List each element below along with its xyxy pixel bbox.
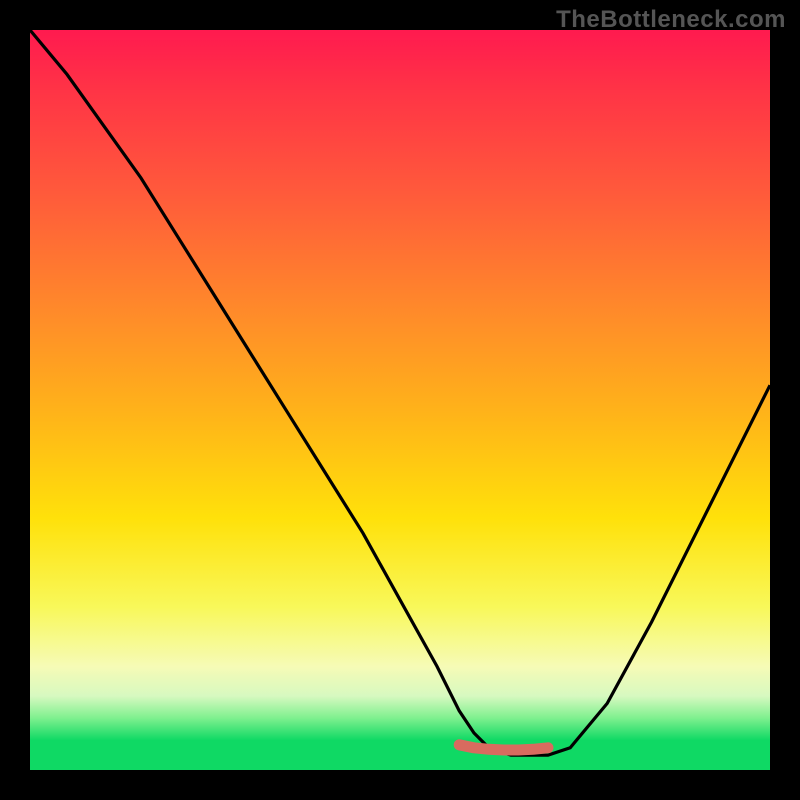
chart-container: TheBottleneck.com	[0, 0, 800, 800]
plot-area	[30, 30, 770, 770]
watermark-text: TheBottleneck.com	[556, 6, 786, 34]
curve-svg	[30, 30, 770, 770]
bottleneck-curve-path	[30, 30, 770, 755]
optimal-range-path	[459, 745, 548, 750]
